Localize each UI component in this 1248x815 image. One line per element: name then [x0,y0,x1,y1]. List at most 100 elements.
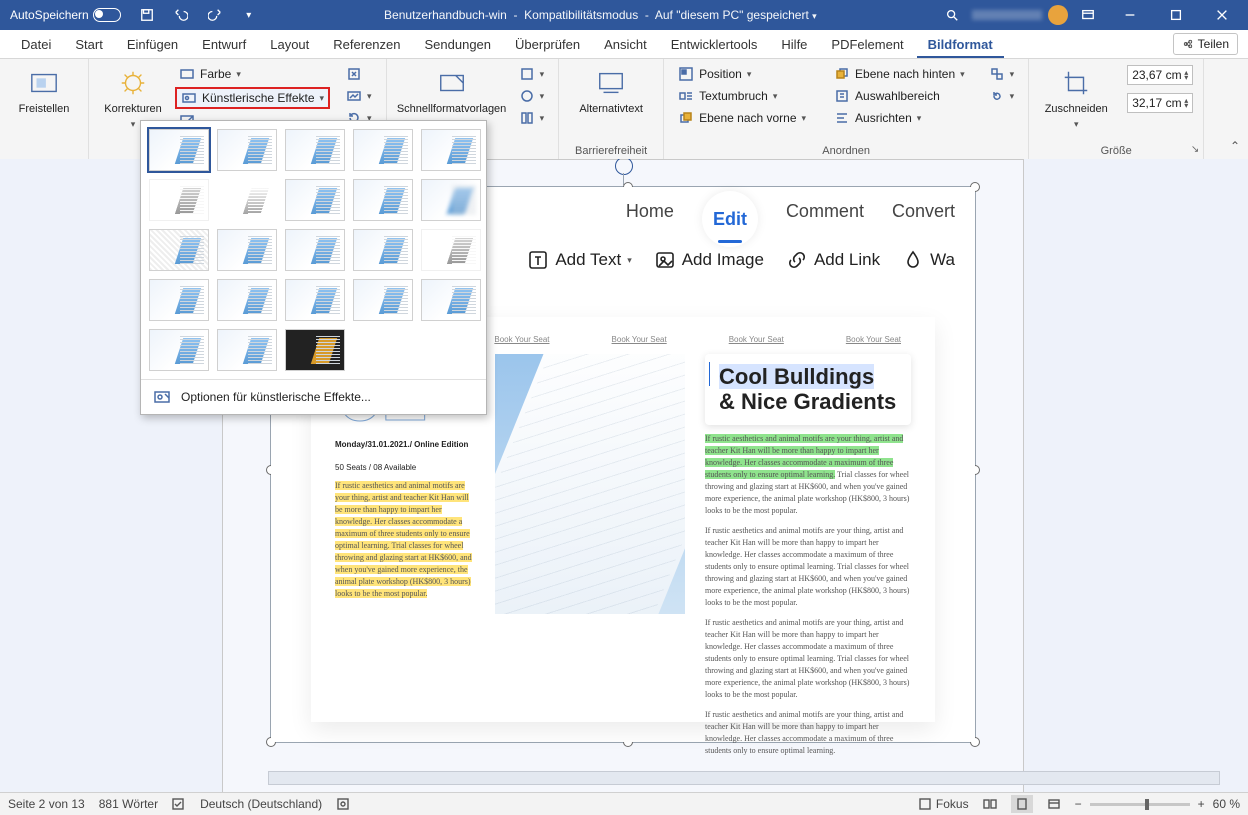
ausrichten-button[interactable]: Ausrichten▾ [830,109,969,127]
building-image [495,354,685,614]
maximize-button[interactable] [1154,1,1198,29]
tab-einfuegen[interactable]: Einfügen [116,32,189,58]
window-title: Benutzerhandbuch-win - Kompatibilitätsmo… [263,8,938,22]
right-paragraph-3: If rustic aesthetics and animal motifs a… [705,617,911,701]
picture-layout-button[interactable]: ▾ [515,109,549,127]
effect-texturizer[interactable] [217,279,277,321]
effect-watercolor[interactable] [217,229,277,271]
zuschneiden-button[interactable]: Zuschneiden▾ [1039,63,1113,130]
auswahlbereich-button[interactable]: Auswahlbereich [830,87,969,105]
avatar[interactable] [1048,5,1068,25]
tab-referenzen[interactable]: Referenzen [322,32,411,58]
rotate-button[interactable]: ▾ [985,87,1019,105]
view-print[interactable] [1011,795,1033,813]
macro-button[interactable] [336,797,350,811]
tab-entwurf[interactable]: Entwurf [191,32,257,58]
effect-paint-strokes[interactable] [217,179,277,221]
selection-pane-icon [834,88,850,104]
zoom-slider[interactable] [1090,803,1190,806]
zoom-out-button[interactable]: − [1075,797,1082,811]
effect-plastic-wrap[interactable] [421,279,481,321]
picture-border-button[interactable]: ▾ [515,65,549,83]
qat-more[interactable]: ▾ [235,1,263,29]
effect-glow-diffused[interactable] [353,179,413,221]
farbe-button[interactable]: Farbe▾ [175,65,330,83]
tab-datei[interactable]: Datei [10,32,62,58]
view-read[interactable] [983,797,997,811]
language-button[interactable]: Deutsch (Deutschland) [200,797,322,811]
effect-pencil-sketch[interactable] [353,129,413,171]
picture-effects-button[interactable]: ▾ [515,87,549,105]
effect-paint-brush[interactable] [285,179,345,221]
effect-chalk[interactable] [149,179,209,221]
zoom-value[interactable]: 60 % [1213,797,1240,811]
ebene-nach-hinten-button[interactable]: Ebene nach hinten▾ [830,65,969,83]
spellcheck-button[interactable] [172,797,186,811]
effect-cement[interactable] [149,279,209,321]
kuenstlerische-effekte-button[interactable]: Künstlerische Effekte▾ [175,87,330,109]
effect-glass[interactable] [421,229,481,271]
effect-marker[interactable] [217,129,277,171]
save-button[interactable] [133,1,161,29]
remove-background-icon [28,67,60,99]
effect-none[interactable] [149,129,209,171]
textumbruch-button[interactable]: Textumbruch▾ [674,87,810,105]
effect-pencil-gray[interactable] [285,129,345,171]
word-count[interactable]: 881 Wörter [99,797,158,811]
effect-crisscross[interactable] [285,279,345,321]
tab-ueberpruefen[interactable]: Überprüfen [504,32,591,58]
compress-button[interactable] [342,65,376,83]
tab-ansicht[interactable]: Ansicht [593,32,658,58]
share-button[interactable]: Teilen [1173,33,1238,55]
minimize-button[interactable] [1108,1,1152,29]
tab-layout[interactable]: Layout [259,32,320,58]
change-picture-button[interactable]: ▾ [342,87,376,105]
horizontal-scrollbar[interactable] [268,771,1220,785]
height-field[interactable]: 23,67 cm▴▾ [1121,65,1193,85]
effect-film-grain[interactable] [285,229,345,271]
collapse-ribbon-button[interactable]: ⌃ [1230,139,1240,153]
close-button[interactable] [1200,1,1244,29]
tab-pdfelement[interactable]: PDFelement [820,32,914,58]
effect-blur[interactable] [421,179,481,221]
size-dialog-launcher[interactable]: ↘ [1191,144,1199,155]
tab-start[interactable]: Start [64,32,113,58]
zoom-in-button[interactable]: + [1198,797,1205,811]
zoom-control[interactable]: − + 60 % [1075,797,1240,811]
ebene-nach-vorne-button[interactable]: Ebene nach vorne▾ [674,109,810,127]
freistellen-button[interactable]: Freistellen [10,63,78,115]
effect-light-screen[interactable] [149,229,209,271]
effect-photocopy[interactable] [217,329,277,371]
redo-button[interactable] [201,1,229,29]
artistic-effects-options[interactable]: Optionen für künstlerische Effekte... [141,379,486,414]
color-icon [179,66,195,82]
effect-mosaic[interactable] [353,229,413,271]
change-picture-icon [346,88,362,104]
width-field[interactable]: 32,17 cm▴▾ [1121,93,1193,113]
tab-hilfe[interactable]: Hilfe [770,32,818,58]
autosave-toggle[interactable]: AutoSpeichern [4,1,127,29]
effect-cutout[interactable] [149,329,209,371]
effect-pastels[interactable] [353,279,413,321]
undo-button[interactable] [167,1,195,29]
corrections-icon [117,67,149,99]
tab-entwicklertools[interactable]: Entwicklertools [660,32,769,58]
rotate-handle[interactable] [615,159,633,175]
headline-box: Cool Bulldings & Nice Gradients [705,354,911,425]
group-objects-button[interactable]: ▾ [985,65,1019,83]
page-indicator[interactable]: Seite 2 von 13 [8,797,85,811]
focus-button[interactable]: Fokus [918,797,969,811]
effect-glow-edges[interactable] [285,329,345,371]
effect-line-drawing[interactable] [421,129,481,171]
alternativtext-button[interactable]: Alternativtext [569,63,653,115]
tab-bildformat[interactable]: Bildformat [917,32,1004,58]
seat-link: Book Your Seat [612,335,667,344]
ribbon-display-button[interactable] [1074,1,1102,29]
search-button[interactable] [938,1,966,29]
view-web[interactable] [1047,797,1061,811]
compress-icon [346,66,362,82]
wrap-text-icon [678,88,694,104]
left-paragraph: If rustic aesthetics and animal motifs a… [335,480,475,600]
position-button[interactable]: Position▾ [674,65,810,83]
tab-sendungen[interactable]: Sendungen [414,32,503,58]
